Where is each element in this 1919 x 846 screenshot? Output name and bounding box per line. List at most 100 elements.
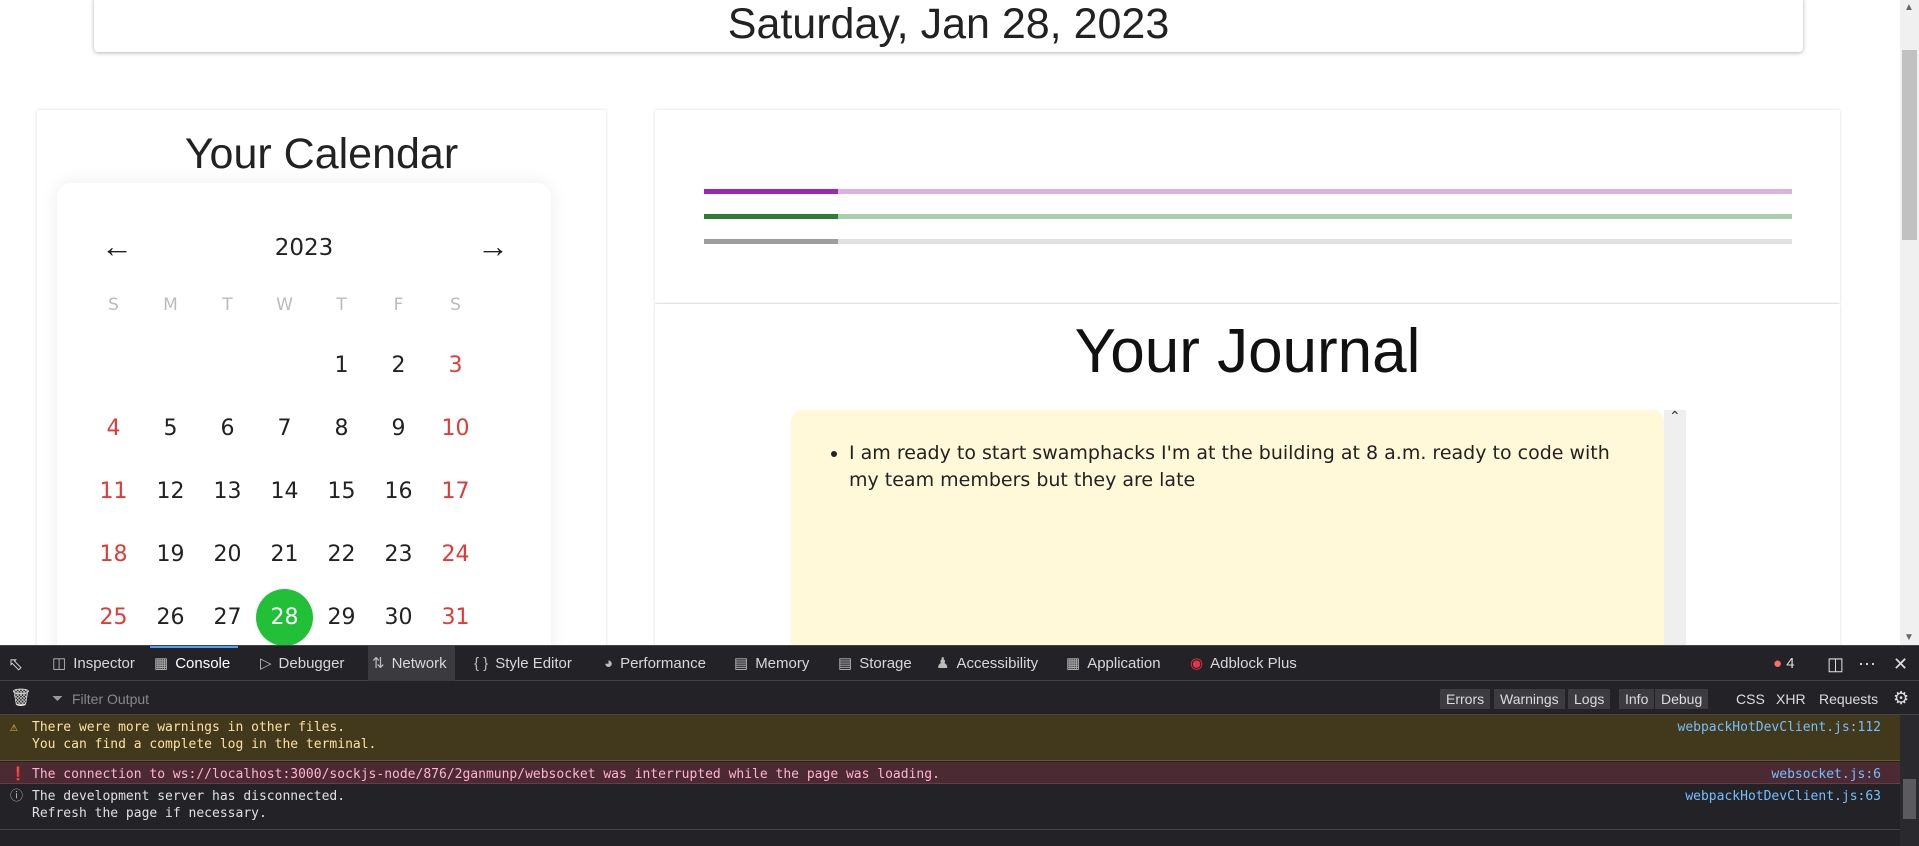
calendar-day[interactable]: 5 [142, 400, 199, 457]
console-message: ❗ The connection to ws://localhost:3000/s… [0, 762, 1900, 784]
calendar-widget: ← 2023 → S M T W T F S 1 2 3 4 5 6 7 8 9 10 11 12 13 14 15 16 1… [57, 183, 551, 645]
filter-logs[interactable]: Logs [1568, 689, 1611, 709]
close-icon[interactable]: ✕ [1893, 646, 1908, 681]
inspector-icon: ◫ [52, 655, 67, 672]
calendar-day[interactable]: 19 [142, 526, 199, 583]
console-scrollbar-thumb[interactable] [1903, 779, 1916, 819]
tab-memory[interactable]: ▤ Memory [730, 646, 817, 681]
filter-errors[interactable]: Errors [1440, 689, 1491, 709]
calendar-day[interactable]: 3 [427, 337, 484, 394]
console-message-text: The connection to ws://localhost:3000/so… [32, 767, 940, 782]
calendar-day-selected[interactable]: 28 [256, 589, 313, 645]
tab-label: Network [391, 655, 447, 672]
page-scrollbar[interactable]: ▲ ▼ [1900, 0, 1919, 645]
calendar-day[interactable]: 30 [370, 589, 427, 645]
calendar-title: Your Calendar [184, 130, 459, 178]
devtools-panel: ⬁ ● 4 ◫ ⋯ ✕ ◫ Inspector ▦ Console ▷ Debugger ⇅… [0, 645, 1919, 846]
error-icon: ❗ [10, 767, 27, 782]
calendar-day[interactable]: 14 [256, 463, 313, 520]
filter-requests[interactable]: Requests [1819, 689, 1878, 709]
calendar-day[interactable]: 6 [199, 400, 256, 457]
filter-debug[interactable]: Debug [1655, 689, 1709, 709]
calendar-day[interactable]: 11 [85, 463, 142, 520]
calendar-day[interactable]: 20 [199, 526, 256, 583]
filter-css[interactable]: CSS [1736, 689, 1765, 709]
calendar-day[interactable]: 7 [256, 400, 313, 457]
console-message-text: There were more warnings in other files.… [32, 720, 377, 752]
calendar-day[interactable]: 17 [427, 463, 484, 520]
tab-label: Accessibility [956, 655, 1039, 672]
responsive-design-icon[interactable]: ◫ [1827, 646, 1844, 681]
memory-icon: ▤ [734, 655, 749, 672]
scroll-down-icon[interactable]: ▼ [1904, 632, 1914, 643]
calendar-day[interactable]: 21 [256, 526, 313, 583]
calendar-day[interactable]: 26 [142, 589, 199, 645]
tab-adblock-plus[interactable]: ◉ Adblock Plus [1186, 646, 1305, 681]
calendar-day[interactable]: 23 [370, 526, 427, 583]
tab-label: Memory [755, 655, 810, 672]
calendar-day[interactable]: 1 [313, 337, 370, 394]
gear-icon[interactable]: ⚙ [1893, 680, 1909, 715]
debugger-icon: ▷ [260, 655, 272, 672]
tab-accessibility[interactable]: ♟ Accessibility [932, 646, 1046, 681]
tab-network[interactable]: ⇅ Network [368, 646, 455, 681]
console-message-source[interactable]: webpackHotDevClient.js:63 [1685, 788, 1881, 805]
journal-scrollbar[interactable]: ⌃ [1664, 408, 1686, 645]
calendar-day[interactable]: 12 [142, 463, 199, 520]
page-scrollbar-thumb[interactable] [1902, 50, 1917, 240]
journal-entry-box[interactable]: I am ready to start swamphacks I'm at th… [791, 410, 1664, 645]
accessibility-icon: ♟ [936, 655, 950, 672]
calendar-day[interactable]: 31 [427, 589, 484, 645]
performance-icon: ◕ [604, 655, 614, 672]
console-message: ⚠ There were more warnings in other files… [0, 715, 1900, 761]
tab-debugger[interactable]: ▷ Debugger [256, 646, 352, 681]
journal-entry: I am ready to start swamphacks I'm at th… [849, 440, 1644, 494]
calendar-day[interactable]: 4 [85, 400, 142, 457]
tab-performance[interactable]: ◕ Performance [600, 646, 714, 681]
calendar-day[interactable]: 10 [427, 400, 484, 457]
console-message-source[interactable]: webpackHotDevClient.js:112 [1678, 719, 1882, 736]
console-message-source[interactable]: websocket.js:6 [1771, 766, 1881, 783]
journal-entry-list: I am ready to start swamphacks I'm at th… [791, 440, 1644, 494]
scroll-up-icon[interactable]: ▲ [1904, 2, 1914, 13]
trash-icon[interactable]: 🗑 [10, 680, 32, 715]
calendar-day[interactable]: 18 [85, 526, 142, 583]
calendar-day[interactable]: 9 [370, 400, 427, 457]
calendar-day[interactable]: 27 [199, 589, 256, 645]
calendar-day[interactable]: 25 [85, 589, 142, 645]
tab-console[interactable]: ▦ Console [150, 646, 239, 681]
progress-bar [704, 189, 1792, 194]
arrow-right-icon[interactable]: → [477, 228, 509, 265]
filter-warnings[interactable]: Warnings [1494, 689, 1565, 709]
calendar-day[interactable]: 2 [370, 337, 427, 394]
filter-icon: ⏷ [52, 690, 64, 706]
chevron-up-icon[interactable]: ⌃ [1669, 408, 1681, 425]
tab-storage[interactable]: ▤ Storage [834, 646, 920, 681]
console-icon: ▦ [154, 655, 169, 672]
calendar-day[interactable]: 16 [370, 463, 427, 520]
calendar-day[interactable]: 29 [313, 589, 370, 645]
error-count-badge[interactable]: ● 4 [1773, 646, 1795, 681]
console-scrollbar[interactable] [1900, 715, 1919, 846]
calendar-day[interactable]: 13 [199, 463, 256, 520]
application-icon: ▦ [1066, 655, 1081, 672]
calendar-day[interactable]: 15 [313, 463, 370, 520]
tab-label: Console [175, 655, 231, 672]
filter-xhr[interactable]: XHR [1776, 689, 1806, 709]
weekday-header: W [276, 295, 293, 315]
calendar-day[interactable]: 24 [427, 526, 484, 583]
calendar-panel: Your Calendar ← 2023 → SMTWTFS1234567891… [37, 110, 606, 645]
element-picker-icon[interactable]: ⬁ [8, 646, 23, 681]
tab-style-editor[interactable]: { } Style Editor [470, 646, 580, 681]
calendar-day[interactable]: 8 [313, 400, 370, 457]
console-filter-bar: 🗑 ⏷ ⚙ ErrorsWarningsLogs InfoDebug CSS XHR R… [0, 681, 1919, 715]
calendar-day[interactable]: 22 [313, 526, 370, 583]
tab-label: Inspector [73, 655, 135, 672]
filter-info[interactable]: Info [1619, 689, 1655, 709]
tab-application[interactable]: ▦ Application [1062, 646, 1169, 681]
tab-inspector[interactable]: ◫ Inspector [48, 646, 143, 681]
journal-title: Your Journal [1074, 317, 1421, 386]
more-options-icon[interactable]: ⋯ [1858, 646, 1876, 681]
filter-output-input[interactable] [70, 687, 474, 711]
web-page: Saturday, Jan 28, 2023 Your Calendar ← 2… [0, 0, 1900, 645]
